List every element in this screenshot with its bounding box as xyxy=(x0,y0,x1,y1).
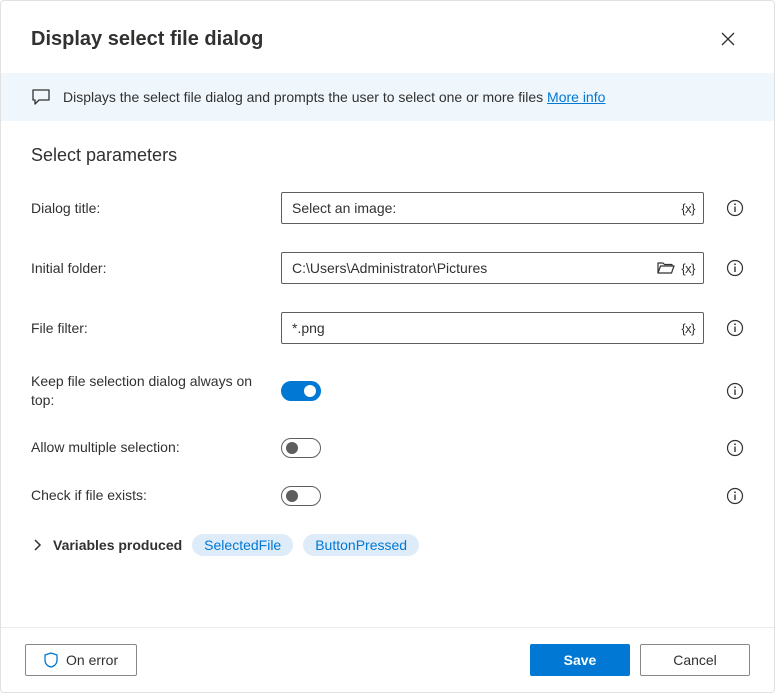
section-heading: Select parameters xyxy=(31,145,744,166)
dialog-footer: On error Save Cancel xyxy=(1,627,774,692)
on-error-label: On error xyxy=(66,652,118,668)
variables-label: Variables produced xyxy=(53,537,182,553)
dialog-body: Select parameters Dialog title: {x} Init… xyxy=(1,121,774,627)
help-always-on-top[interactable] xyxy=(726,382,744,400)
variable-token-icon[interactable]: {x} xyxy=(681,261,695,276)
help-dialog-title[interactable] xyxy=(726,199,744,217)
control-dialog-title: {x} xyxy=(281,192,704,224)
always-on-top-toggle[interactable] xyxy=(281,381,321,401)
label-check-exists: Check if file exists: xyxy=(31,486,271,505)
label-always-on-top: Keep file selection dialog always on top… xyxy=(31,372,271,410)
control-file-filter: {x} xyxy=(281,312,704,344)
info-banner: Displays the select file dialog and prom… xyxy=(1,73,774,121)
label-file-filter: File filter: xyxy=(31,319,271,338)
info-text-content: Displays the select file dialog and prom… xyxy=(63,89,547,105)
cancel-button[interactable]: Cancel xyxy=(640,644,750,676)
file-filter-input[interactable] xyxy=(282,313,681,343)
input-suffix: {x} xyxy=(681,321,703,336)
more-info-link[interactable]: More info xyxy=(547,89,605,105)
info-icon xyxy=(726,382,744,400)
dialog-title: Display select file dialog xyxy=(31,28,263,51)
info-icon xyxy=(726,487,744,505)
input-suffix: {x} xyxy=(657,261,703,276)
row-check-exists: Check if file exists: xyxy=(31,486,744,506)
variable-token-icon[interactable]: {x} xyxy=(681,201,695,216)
comment-icon xyxy=(31,87,51,107)
cancel-label: Cancel xyxy=(673,652,717,668)
dialog-title-input[interactable] xyxy=(282,193,681,223)
info-text: Displays the select file dialog and prom… xyxy=(63,89,605,105)
info-icon xyxy=(726,199,744,217)
save-button[interactable]: Save xyxy=(530,644,630,676)
variable-token-icon[interactable]: {x} xyxy=(681,321,695,336)
row-file-filter: File filter: {x} xyxy=(31,312,744,344)
help-file-filter[interactable] xyxy=(726,319,744,337)
dialog-header: Display select file dialog xyxy=(1,1,774,73)
check-exists-toggle[interactable] xyxy=(281,486,321,506)
input-wrap-file-filter: {x} xyxy=(281,312,704,344)
row-always-on-top: Keep file selection dialog always on top… xyxy=(31,372,744,410)
allow-multiple-toggle[interactable] xyxy=(281,438,321,458)
info-icon xyxy=(726,259,744,277)
footer-actions: Save Cancel xyxy=(530,644,750,676)
shield-icon xyxy=(44,652,58,668)
on-error-button[interactable]: On error xyxy=(25,644,137,676)
control-check-exists xyxy=(281,486,704,506)
initial-folder-input[interactable] xyxy=(282,253,657,283)
label-allow-multiple: Allow multiple selection: xyxy=(31,438,271,457)
close-button[interactable] xyxy=(712,23,744,55)
dialog-panel: Display select file dialog Displays the … xyxy=(0,0,775,693)
input-wrap-initial-folder: {x} xyxy=(281,252,704,284)
input-wrap-dialog-title: {x} xyxy=(281,192,704,224)
label-dialog-title: Dialog title: xyxy=(31,199,271,218)
folder-open-icon[interactable] xyxy=(657,261,675,275)
save-label: Save xyxy=(564,652,597,668)
row-allow-multiple: Allow multiple selection: xyxy=(31,438,744,458)
help-initial-folder[interactable] xyxy=(726,259,744,277)
info-icon xyxy=(726,319,744,337)
close-icon xyxy=(721,32,735,46)
chevron-right-icon[interactable] xyxy=(31,539,43,551)
input-suffix: {x} xyxy=(681,201,703,216)
control-allow-multiple xyxy=(281,438,704,458)
control-always-on-top xyxy=(281,381,704,401)
variable-chip-buttonpressed[interactable]: ButtonPressed xyxy=(303,534,419,556)
variable-chip-selectedfile[interactable]: SelectedFile xyxy=(192,534,293,556)
help-check-exists[interactable] xyxy=(726,487,744,505)
row-initial-folder: Initial folder: {x} xyxy=(31,252,744,284)
info-icon xyxy=(726,439,744,457)
help-allow-multiple[interactable] xyxy=(726,439,744,457)
control-initial-folder: {x} xyxy=(281,252,704,284)
variables-produced-row: Variables produced SelectedFile ButtonPr… xyxy=(31,534,744,556)
row-dialog-title: Dialog title: {x} xyxy=(31,192,744,224)
label-initial-folder: Initial folder: xyxy=(31,259,271,278)
